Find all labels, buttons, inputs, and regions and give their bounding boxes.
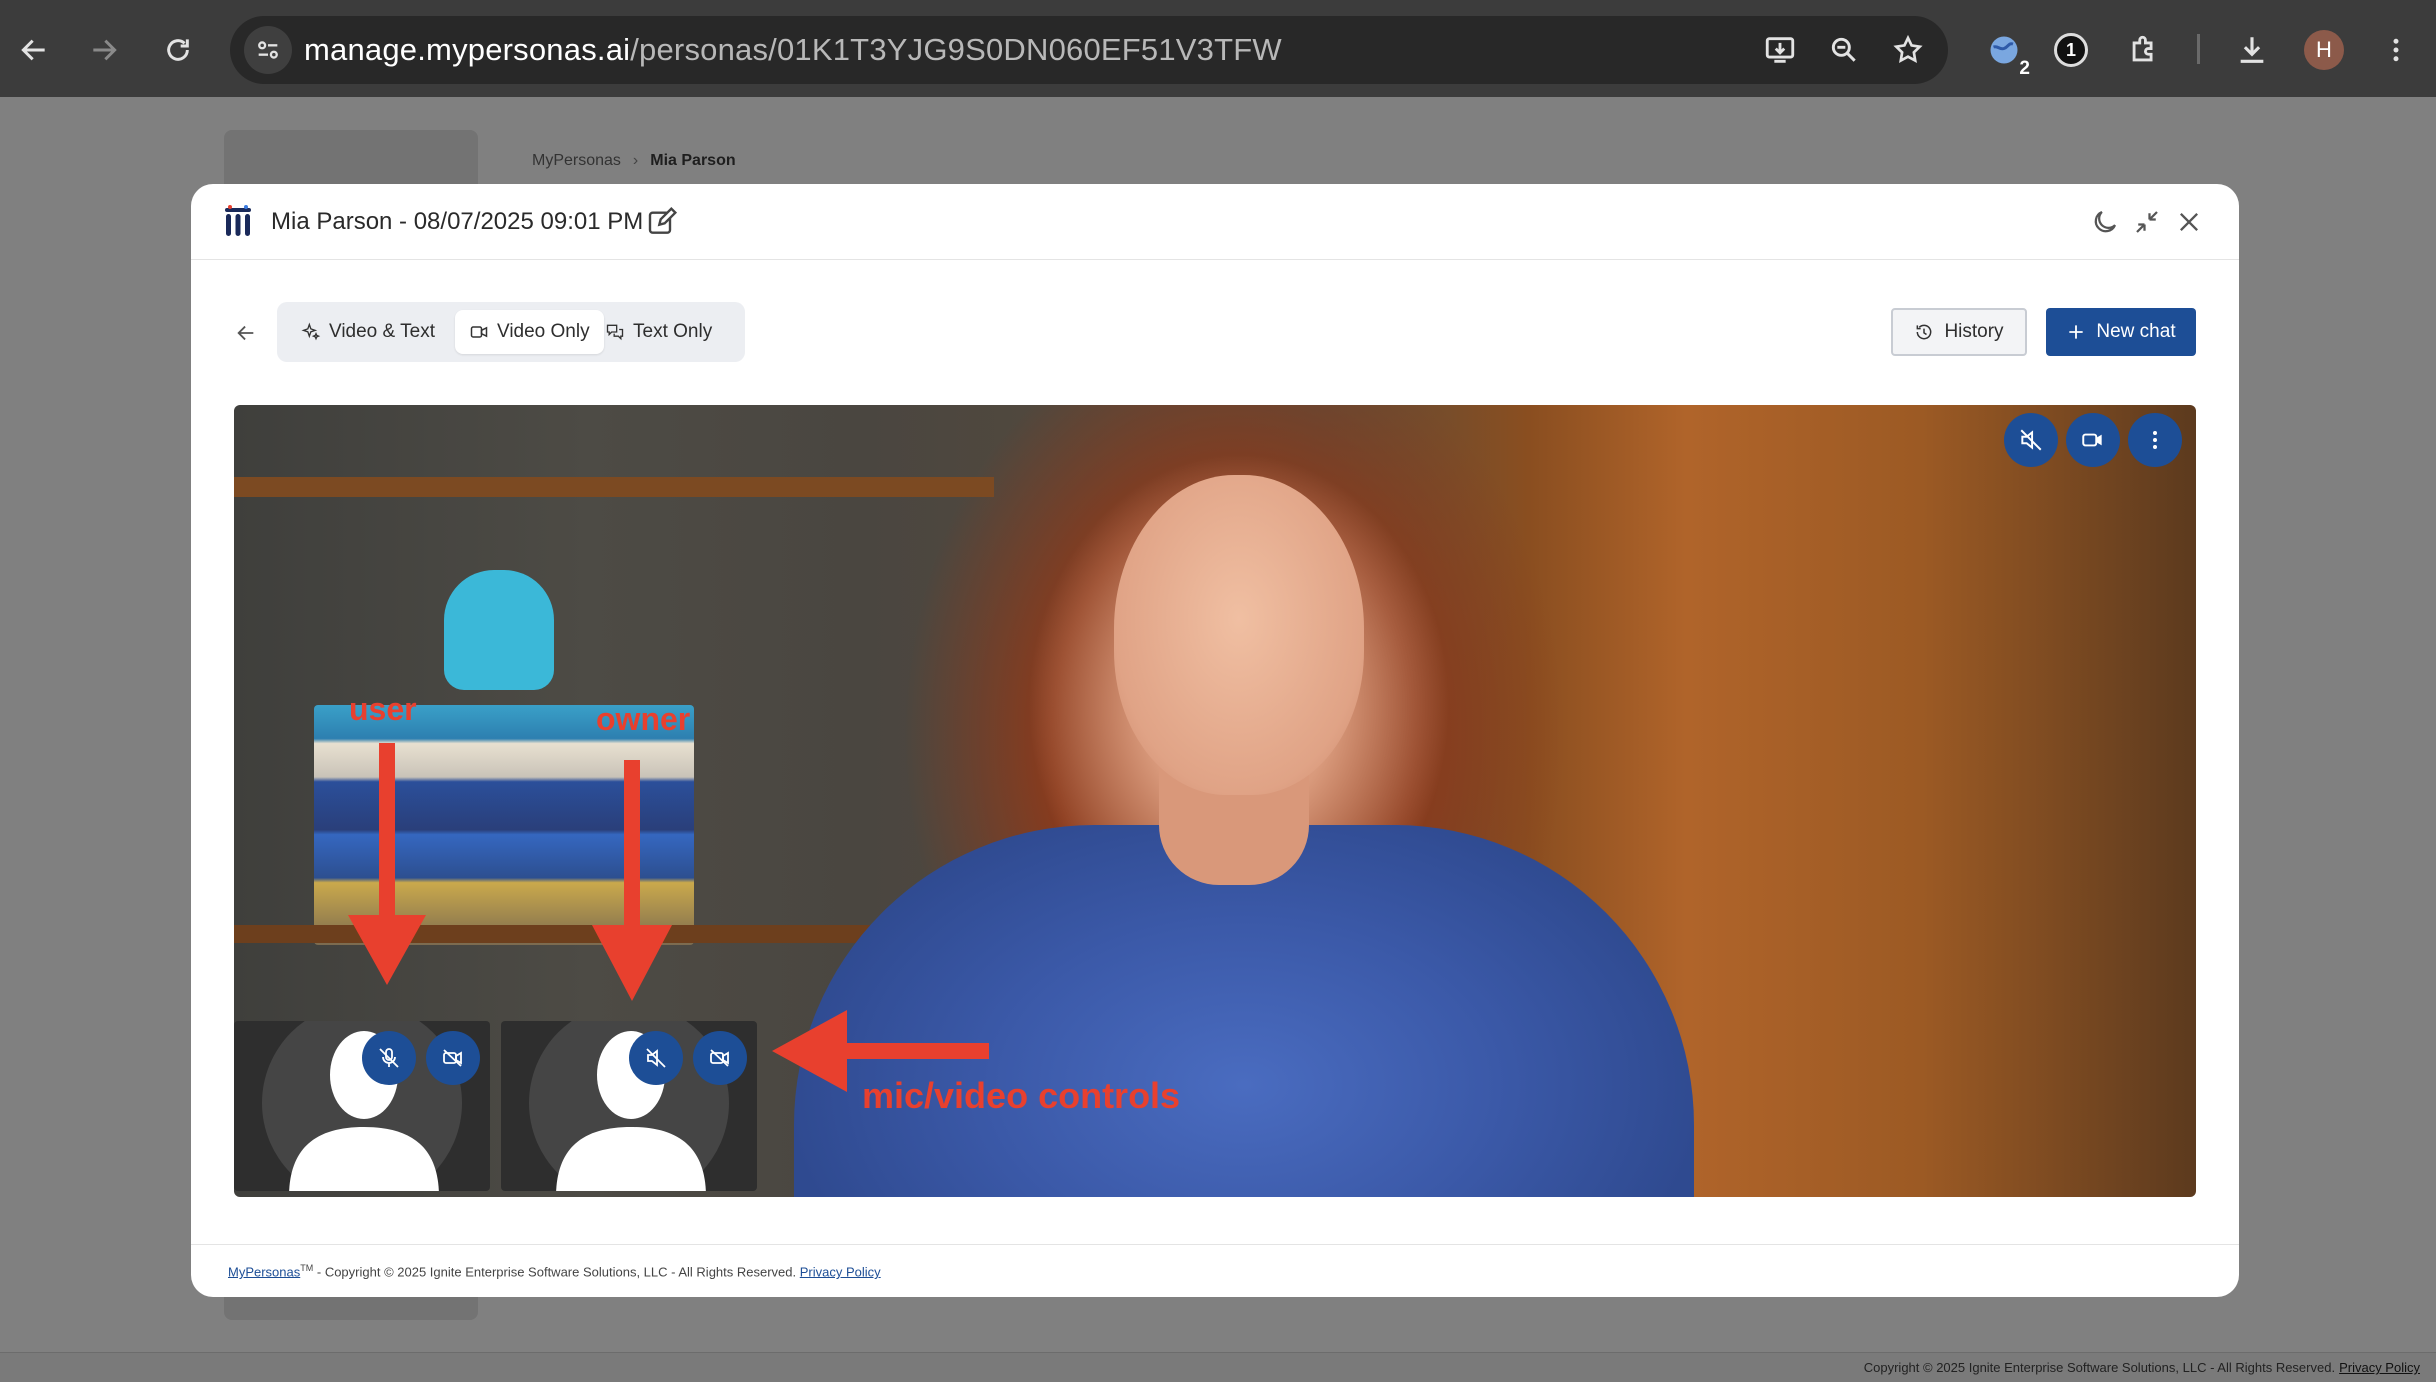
extension-badge: 2 <box>2019 58 2030 79</box>
address-bar[interactable]: manage.mypersonas.ai/personas/01K1T3YJG9… <box>230 16 1948 84</box>
mypersonas-logo-icon <box>221 204 255 238</box>
breadcrumb: MyPersonas › Mia Parson <box>532 152 736 170</box>
footer-text: MyPersonasTM - Copyright © 2025 Ignite E… <box>228 1263 881 1279</box>
speaker-muted-icon <box>646 1048 666 1068</box>
install-app-icon[interactable] <box>1760 30 1800 70</box>
site-settings-icon[interactable] <box>244 26 292 74</box>
tab-label: Video & Text <box>329 321 435 342</box>
participant-tile-user <box>234 1021 490 1191</box>
chat-modal: Mia Parson - 08/07/2025 09:01 PM Video &… <box>191 184 2239 1297</box>
plus-icon <box>2069 325 2084 339</box>
speaker-mute-button[interactable] <box>2004 413 2058 467</box>
owner-speaker-button[interactable] <box>629 1031 683 1085</box>
shelf-background <box>234 477 994 497</box>
more-vertical-icon <box>2153 431 2157 449</box>
modal-title: Mia Parson - 08/07/2025 09:01 PM <box>271 208 644 235</box>
background-copyright: Copyright © 2025 Ignite Enterprise Softw… <box>1863 1360 2336 1375</box>
user-video-button[interactable] <box>426 1031 480 1085</box>
video-off-icon <box>443 1049 462 1067</box>
more-options-button[interactable] <box>2128 413 2182 467</box>
persona-face <box>1114 475 1364 795</box>
video-camera-icon <box>470 326 488 338</box>
zoom-icon[interactable] <box>1824 30 1864 70</box>
tab-label: Text Only <box>633 321 713 342</box>
modal-header: Mia Parson - 08/07/2025 09:01 PM <box>191 184 2239 260</box>
forward-arrow-icon[interactable] <box>78 24 130 76</box>
back-arrow-icon[interactable] <box>8 24 60 76</box>
sparkles-icon <box>301 322 321 341</box>
history-label: History <box>1944 321 2004 342</box>
background-footer-text: Copyright © 2025 Ignite Enterprise Softw… <box>1864 1360 2420 1375</box>
video-off-icon <box>710 1049 729 1067</box>
tab-label: Video Only <box>497 321 590 342</box>
kebab-menu-icon[interactable] <box>2372 26 2420 74</box>
persona-video-feed[interactable]: user owner mic/video controls <box>234 405 2196 1197</box>
bookmark-star-icon[interactable] <box>1888 30 1928 70</box>
history-icon <box>1917 324 1932 340</box>
chat-bubbles-icon <box>606 324 624 341</box>
annotation-user: user <box>349 691 417 727</box>
download-icon[interactable] <box>2228 26 2276 74</box>
footer-brand-link[interactable]: MyPersonas <box>228 1264 300 1279</box>
trademark: TM <box>300 1263 314 1273</box>
mic-off-icon <box>379 1048 399 1068</box>
new-chat-button[interactable]: New chat <box>2046 308 2196 356</box>
annotation-controls: mic/video controls <box>862 1075 1181 1116</box>
dark-mode-moon-icon[interactable] <box>2089 206 2121 238</box>
history-button[interactable]: History <box>1891 308 2027 356</box>
url-text: manage.mypersonas.ai/personas/01K1T3YJG9… <box>304 32 1282 68</box>
close-icon[interactable] <box>2173 206 2205 238</box>
footer-copyright: - Copyright © 2025 Ignite Enterprise Sof… <box>316 1264 797 1280</box>
clock-background <box>444 570 554 690</box>
new-chat-label: New chat <box>2096 321 2176 342</box>
onepassword-icon[interactable]: 1 <box>2047 26 2095 74</box>
books-background <box>314 705 694 945</box>
browser-toolbar: manage.mypersonas.ai/personas/01K1T3YJG9… <box>0 0 2436 97</box>
owner-video-button[interactable] <box>693 1031 747 1085</box>
back-arrow-icon[interactable] <box>231 318 261 348</box>
tab-text-only[interactable]: Text Only <box>591 310 726 354</box>
minimize-icon[interactable] <box>2131 206 2163 238</box>
toolbar-separator <box>2197 34 2200 64</box>
user-mic-button[interactable] <box>362 1031 416 1085</box>
annotation-owner: owner <box>596 701 691 737</box>
url-path: /personas/01K1T3YJG9S0DN060EF51V3TFW <box>630 32 1282 67</box>
lower-shelf-background <box>234 925 874 943</box>
edit-icon[interactable] <box>646 206 678 238</box>
mode-switcher: Video & Text Video Only Text Only <box>277 302 745 362</box>
background-privacy-link[interactable]: Privacy Policy <box>2339 1360 2420 1375</box>
modal-footer: MyPersonasTM - Copyright © 2025 Ignite E… <box>191 1244 2239 1297</box>
onepassword-badge: 1 <box>2054 33 2088 67</box>
tab-video-and-text[interactable]: Video & Text <box>287 310 449 354</box>
extension-icon[interactable]: 2 <box>1980 26 2030 79</box>
chevron-right-icon: › <box>632 152 639 169</box>
participant-tile-owner <box>501 1021 757 1191</box>
url-host: manage.mypersonas.ai <box>304 32 631 67</box>
puzzle-icon[interactable] <box>2120 26 2168 74</box>
camera-toggle-button[interactable] <box>2066 413 2120 467</box>
tab-video-only[interactable]: Video Only <box>455 310 604 354</box>
speaker-muted-icon <box>2020 429 2042 451</box>
breadcrumb-current: Mia Parson <box>650 152 736 169</box>
breadcrumb-item[interactable]: MyPersonas <box>532 152 621 169</box>
footer-privacy-link[interactable]: Privacy Policy <box>800 1264 881 1279</box>
video-camera-icon <box>2082 433 2102 447</box>
profile-avatar[interactable]: H <box>2304 30 2344 70</box>
reload-icon[interactable] <box>152 24 204 76</box>
